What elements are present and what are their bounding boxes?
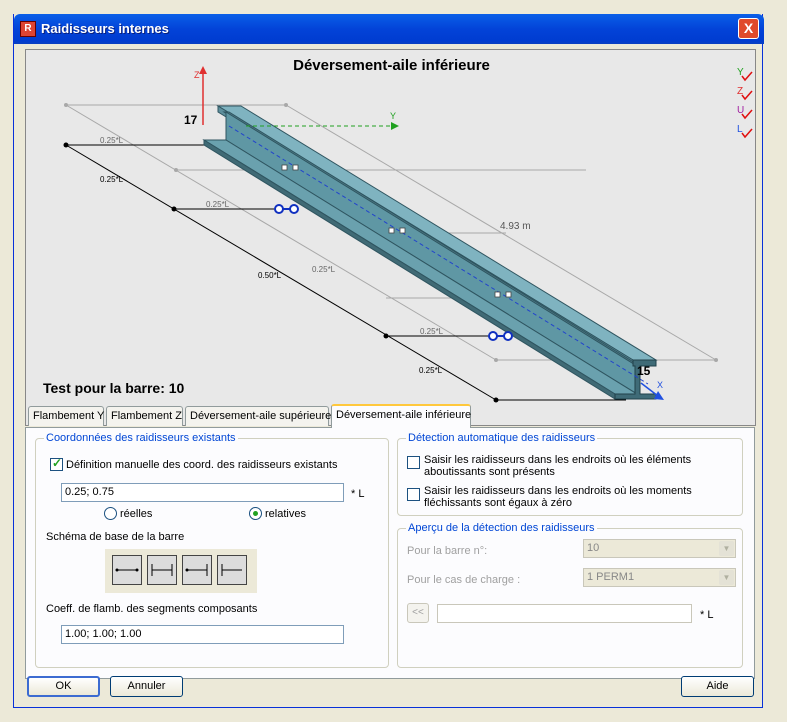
manual-coords-label: Définition manuelle des coord. des raidi… — [66, 459, 338, 471]
svg-text:0.50*L: 0.50*L — [258, 271, 282, 280]
schema-label: Schéma de base de la barre — [46, 531, 185, 543]
svg-text:0.25*L: 0.25*L — [100, 136, 124, 145]
ok-button[interactable]: OK — [27, 676, 100, 697]
bar-label: Pour la barre n°: — [407, 545, 488, 557]
detected-coords-field[interactable] — [437, 604, 692, 623]
cancel-button[interactable]: Annuler — [110, 676, 183, 697]
svg-text:15: 15 — [637, 364, 651, 378]
tab-flambement-y[interactable]: Flambement Y — [28, 406, 104, 426]
prev-button[interactable]: << — [407, 603, 429, 623]
schema-fixed-button[interactable] — [147, 555, 177, 585]
detected-unit: * L — [700, 609, 714, 621]
tab-panel: Coordonnées des raidisseurs existants Dé… — [25, 427, 755, 679]
detect-moments-checkbox[interactable] — [407, 488, 420, 501]
bar-select-value: 10 — [587, 542, 600, 554]
radio-relatives[interactable] — [249, 507, 262, 520]
svg-text:0.25*L: 0.25*L — [420, 327, 444, 336]
chevron-down-icon: ▼ — [719, 570, 734, 585]
close-button[interactable]: X — [738, 18, 759, 39]
svg-text:0.25*L: 0.25*L — [312, 265, 336, 274]
detect-moments-label: Saisir les raidisseurs dans les endroits… — [424, 485, 692, 509]
detect-elements-checkbox[interactable] — [407, 456, 420, 469]
svg-text:0.25*L: 0.25*L — [206, 200, 230, 209]
group-coordonnees-title: Coordonnées des raidisseurs existants — [44, 432, 238, 444]
coef-input[interactable]: 1.00; 1.00; 1.00 — [61, 625, 344, 644]
dialog-window: R Raidisseurs internes X 0.25*L 0.25*L 0… — [13, 14, 764, 708]
case-select[interactable]: 1 PERM1 ▼ — [583, 568, 736, 587]
radio-reelles[interactable] — [104, 507, 117, 520]
schema-fixed-free-button[interactable] — [217, 555, 247, 585]
tab-deversement-sup[interactable]: Déversement-aile supérieure — [185, 406, 331, 426]
detect-elements-label: Saisir les raidisseurs dans les endroits… — [424, 454, 692, 478]
chevron-down-icon: ▼ — [719, 541, 734, 556]
beam-drawing: 0.25*L 0.25*L 0.25*L 0.25*L 0.25*L 0.50*… — [63, 66, 753, 403]
coef-label: Coeff. de flamb. des segments composants — [46, 603, 258, 615]
title-bar: R Raidisseurs internes X — [14, 14, 764, 44]
svg-text:Y: Y — [390, 111, 396, 121]
bar-select[interactable]: 10 ▼ — [583, 539, 736, 558]
svg-text:4.93 m: 4.93 m — [500, 221, 531, 232]
group-apercu-title: Aperçu de la détection des raidisseurs — [406, 522, 597, 534]
coords-unit: * L — [351, 488, 365, 500]
group-apercu: Aperçu de la détection des raidisseurs P… — [397, 522, 743, 668]
schema-pinned-button[interactable] — [112, 555, 142, 585]
svg-text:0.25*L: 0.25*L — [419, 366, 443, 375]
preview-caption: Test pour la barre: 10 — [43, 380, 185, 396]
preview-title: Déversement-aile inférieure — [293, 57, 490, 74]
svg-text:17: 17 — [184, 113, 198, 127]
schema-pinned-fixed-button[interactable] — [182, 555, 212, 585]
manual-coords-checkbox[interactable] — [50, 456, 63, 471]
tab-deversement-inf[interactable]: Déversement-aile inférieure — [331, 404, 471, 428]
tab-flambement-z[interactable]: Flambement Z — [106, 406, 183, 426]
group-detection: Détection automatique des raidisseurs Sa… — [397, 432, 743, 516]
case-label: Pour le cas de charge : — [407, 574, 521, 586]
window-title: Raidisseurs internes — [41, 21, 169, 36]
case-select-value: 1 PERM1 — [587, 571, 635, 583]
radio-relatives-label: relatives — [265, 508, 306, 520]
schema-box — [105, 549, 257, 593]
app-icon: R — [20, 21, 36, 37]
group-detection-title: Détection automatique des raidisseurs — [406, 432, 598, 444]
help-button[interactable]: Aide — [681, 676, 754, 697]
radio-reelles-label: réelles — [120, 508, 153, 520]
group-coordonnees: Coordonnées des raidisseurs existants Dé… — [35, 432, 389, 668]
coords-input[interactable]: 0.25; 0.75 — [61, 483, 344, 502]
svg-text:X: X — [657, 380, 663, 390]
svg-text:0.25*L: 0.25*L — [100, 175, 124, 184]
beam-preview: 0.25*L 0.25*L 0.25*L 0.25*L 0.25*L 0.50*… — [25, 49, 756, 426]
